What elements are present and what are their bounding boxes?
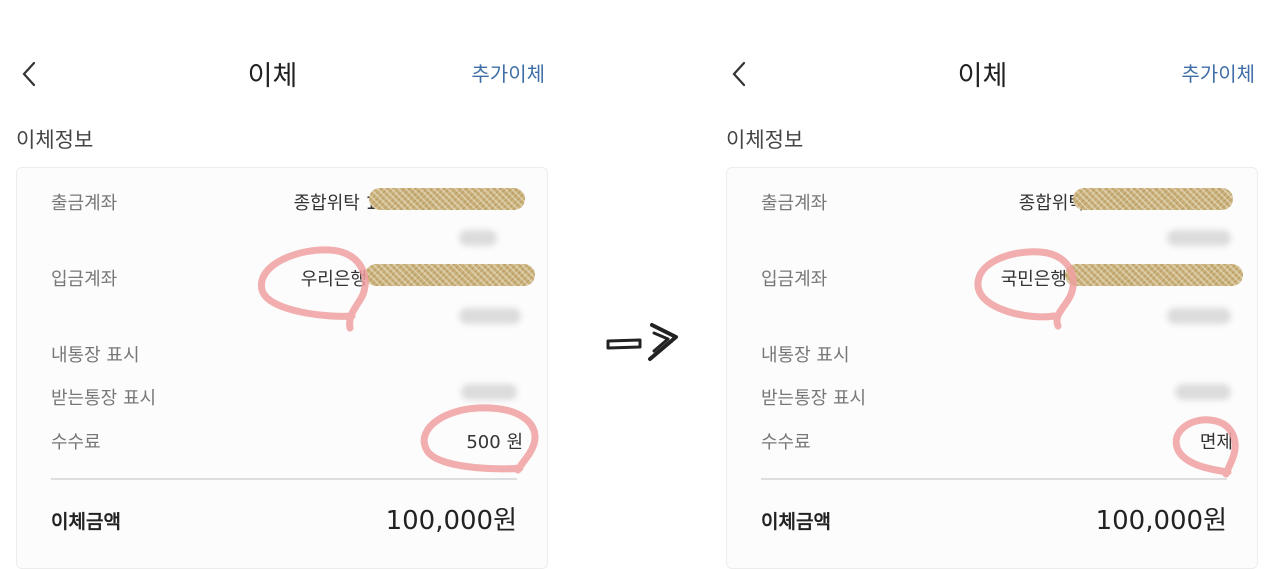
transfer-amount-value: 100,000원 xyxy=(1095,506,1227,536)
page-title: 이체 xyxy=(247,61,298,92)
withdraw-account-label: 출금계좌 xyxy=(761,193,828,214)
transfer-amount-value: 100,000원 xyxy=(385,506,517,536)
section-title: 이체정보 xyxy=(726,128,804,152)
recipient-account-display-label: 받는통장 표시 xyxy=(51,388,157,409)
transfer-amount-label: 이체금액 xyxy=(51,511,121,533)
transfer-info-card: 출금계좌 종합위탁 1 입금계좌 우리은행 내통장 표시 받는통장 표시 수수료… xyxy=(16,167,548,569)
redacted-account-scribble xyxy=(369,188,525,210)
page-title: 이체 xyxy=(957,61,1008,92)
section-title: 이체정보 xyxy=(16,128,94,152)
deposit-account-value: 국민은행 xyxy=(1000,269,1067,290)
hand-drawn-arrow-right-icon xyxy=(606,323,678,361)
redacted-account-scribble xyxy=(365,264,535,286)
redacted-recipient-name xyxy=(459,308,521,324)
transfer-amount-label: 이체금액 xyxy=(761,511,831,533)
fee-label: 수수료 xyxy=(761,432,811,453)
my-account-display-label: 내통장 표시 xyxy=(51,345,140,366)
transfer-screen-before: 이체 추가이체 이체정보 출금계좌 종합위탁 1 입금계좌 우리은행 내통장 표… xyxy=(0,0,548,569)
redacted-account-scribble xyxy=(1073,188,1233,210)
redacted-owner-name xyxy=(459,230,497,246)
my-account-display-label: 내통장 표시 xyxy=(761,345,850,366)
transfer-info-card: 출금계좌 종합위탁 입금계좌 국민은행 내통장 표시 받는통장 표시 수수료 면… xyxy=(726,167,1258,569)
withdraw-account-label: 출금계좌 xyxy=(51,193,118,214)
deposit-account-label: 입금계좌 xyxy=(51,269,118,290)
recipient-account-display-label: 받는통장 표시 xyxy=(761,388,867,409)
deposit-account-label: 입금계좌 xyxy=(761,269,828,290)
transfer-screen-after: 이체 추가이체 이체정보 출금계좌 종합위탁 입금계좌 국민은행 내통장 표시 … xyxy=(710,0,1258,569)
redacted-account-scribble xyxy=(1065,264,1243,286)
redacted-owner-name xyxy=(1167,230,1231,246)
redacted-recipient-display xyxy=(461,384,517,400)
add-transfer-link[interactable]: 추가이체 xyxy=(1181,58,1255,87)
divider xyxy=(51,478,517,480)
fee-value: 500 원 xyxy=(466,432,523,453)
redacted-recipient-display xyxy=(1175,384,1231,400)
withdraw-account-value: 종합위탁 1 xyxy=(293,193,377,214)
fee-label: 수수료 xyxy=(51,432,101,453)
fee-value: 면제 xyxy=(1199,432,1233,453)
deposit-account-value: 우리은행 xyxy=(300,269,367,290)
divider xyxy=(761,478,1227,480)
redacted-recipient-name xyxy=(1167,308,1231,324)
add-transfer-link[interactable]: 추가이체 xyxy=(471,58,545,87)
